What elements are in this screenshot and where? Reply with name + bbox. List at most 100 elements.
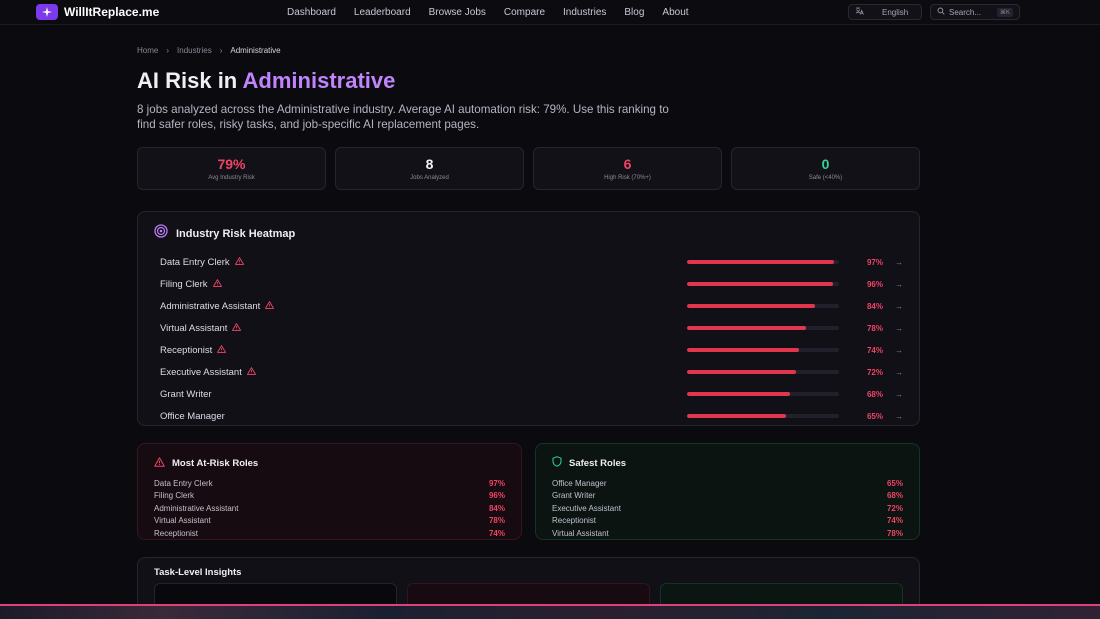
heatmap-row[interactable]: Executive Assistant 72% →: [154, 361, 903, 383]
role-name: Virtual Assistant: [552, 528, 609, 538]
heatmap-row[interactable]: Data Entry Clerk 97% →: [154, 251, 903, 273]
risk-percent: 68%: [866, 389, 883, 399]
most-at-risk-title: Most At-Risk Roles: [172, 457, 259, 469]
job-name: Receptionist: [160, 344, 213, 356]
job-name: Administrative Assistant: [160, 300, 261, 312]
role-percent: 78%: [488, 516, 505, 526]
search-icon: [937, 7, 945, 17]
list-item[interactable]: Filing Clerk 96%: [154, 490, 505, 503]
role-percent: 84%: [488, 503, 505, 513]
heatmap-row[interactable]: Filing Clerk 96% →: [154, 273, 903, 295]
breadcrumb-industries[interactable]: Industries: [177, 46, 212, 55]
warning-icon: [232, 322, 242, 334]
page-title-accent: Administrative: [242, 68, 396, 93]
stat-value: 8: [425, 156, 434, 173]
heatmap-row[interactable]: Receptionist 74% →: [154, 339, 903, 361]
risk-bar: [687, 260, 839, 265]
nav-about[interactable]: About: [662, 7, 688, 18]
role-name: Receptionist: [552, 516, 597, 526]
risk-bar: [687, 414, 839, 419]
risk-bar-fill: [687, 260, 835, 265]
risk-percent: 74%: [866, 345, 883, 355]
job-name: Executive Assistant: [160, 366, 242, 378]
role-percent: 97%: [488, 478, 505, 488]
nav-dashboard[interactable]: Dashboard: [287, 7, 336, 18]
warning-icon: [217, 344, 227, 356]
risk-bar-fill: [687, 370, 797, 375]
most-at-risk-card: Most At-Risk Roles Data Entry Clerk 97% F…: [137, 443, 522, 541]
list-item[interactable]: Virtual Assistant 78%: [154, 515, 505, 528]
page-title: AI Risk in Administrative: [137, 68, 920, 93]
nav-compare[interactable]: Compare: [504, 7, 545, 18]
job-name: Grant Writer: [160, 388, 212, 400]
risk-bar-fill: [687, 414, 786, 419]
nav-leaderboard[interactable]: Leaderboard: [354, 7, 411, 18]
risk-percent: 97%: [866, 257, 883, 267]
role-name: Virtual Assistant: [154, 516, 211, 526]
task-insights-title: Task-Level Insights: [154, 567, 242, 579]
role-name: Data Entry Clerk: [154, 478, 213, 488]
list-item[interactable]: Data Entry Clerk 97%: [154, 477, 505, 490]
top-navbar: WillItReplace.me Dashboard Leaderboard B…: [0, 0, 1100, 25]
brand-name: WillItReplace.me: [64, 5, 160, 19]
brand-logo-link[interactable]: WillItReplace.me: [36, 4, 266, 20]
risk-bar: [687, 392, 839, 397]
heatmap-row[interactable]: Administrative Assistant 84% →: [154, 295, 903, 317]
role-name: Executive Assistant: [552, 503, 621, 513]
arrow-right-icon: →: [895, 257, 903, 267]
heatmap-row[interactable]: Grant Writer 68% →: [154, 383, 903, 405]
stat-value: 79%: [217, 156, 246, 173]
risk-percent: 84%: [866, 301, 883, 311]
warning-icon: [212, 278, 222, 290]
role-percent: 78%: [886, 528, 903, 538]
search-shortcut: ⌘K: [996, 7, 1013, 17]
heatmap-row[interactable]: Office Manager 65% →: [154, 405, 903, 427]
risk-bar: [687, 282, 839, 287]
page-subtitle: 8 jobs analyzed across the Administrativ…: [137, 103, 669, 132]
job-name: Office Manager: [160, 410, 225, 422]
list-item[interactable]: Grant Writer 68%: [552, 490, 903, 503]
search-label: Search...: [949, 7, 982, 17]
role-percent: 72%: [886, 503, 903, 513]
stat-label: Safe (<40%): [808, 175, 843, 182]
warning-icon: [234, 256, 244, 268]
nav-blog[interactable]: Blog: [624, 7, 644, 18]
heatmap-row[interactable]: Virtual Assistant 78% →: [154, 317, 903, 339]
search-button[interactable]: Search... ⌘K: [930, 4, 1020, 20]
list-item[interactable]: Receptionist 74%: [154, 527, 505, 540]
sparkle-icon: [36, 4, 58, 20]
stat-label: Avg Industry Risk: [208, 175, 255, 182]
stat-label: High Risk (70%+): [604, 175, 651, 182]
nav-browse-jobs[interactable]: Browse Jobs: [429, 7, 486, 18]
stats-row: 79% Avg Industry Risk 8 Jobs Analyzed 6 …: [137, 147, 920, 191]
nav-industries[interactable]: Industries: [563, 7, 606, 18]
arrow-right-icon: →: [895, 301, 903, 311]
risk-percent: 72%: [866, 367, 883, 377]
stat-card-avg-risk: 79% Avg Industry Risk: [137, 147, 326, 191]
list-item[interactable]: Executive Assistant 72%: [552, 502, 903, 515]
warning-icon: [154, 454, 165, 472]
stat-label: Jobs Analyzed: [410, 175, 449, 182]
industry-risk-heatmap: Industry Risk Heatmap Data Entry Clerk 9…: [137, 211, 920, 427]
role-percent: 65%: [886, 478, 903, 488]
list-item[interactable]: Receptionist 74%: [552, 515, 903, 528]
arrow-right-icon: →: [895, 367, 903, 377]
language-selector[interactable]: English: [848, 4, 922, 20]
safest-roles-title: Safest Roles: [569, 457, 627, 469]
breadcrumb-home[interactable]: Home: [137, 46, 158, 55]
list-item[interactable]: Office Manager 65%: [552, 477, 903, 490]
list-item[interactable]: Virtual Assistant 78%: [552, 527, 903, 540]
arrow-right-icon: →: [895, 279, 903, 289]
role-name: Filing Clerk: [154, 491, 195, 501]
page-title-prefix: AI Risk in: [137, 68, 243, 93]
list-item[interactable]: Administrative Assistant 84%: [154, 502, 505, 515]
role-name: Administrative Assistant: [154, 503, 239, 513]
risk-bar-fill: [687, 348, 800, 353]
arrow-right-icon: →: [895, 323, 903, 333]
breadcrumb-current: Administrative: [230, 46, 281, 55]
risk-bar-fill: [687, 392, 791, 397]
heatmap-title: Industry Risk Heatmap: [176, 227, 296, 240]
role-percent: 96%: [488, 491, 505, 501]
stat-value: 6: [623, 156, 632, 173]
job-name: Virtual Assistant: [160, 322, 228, 334]
